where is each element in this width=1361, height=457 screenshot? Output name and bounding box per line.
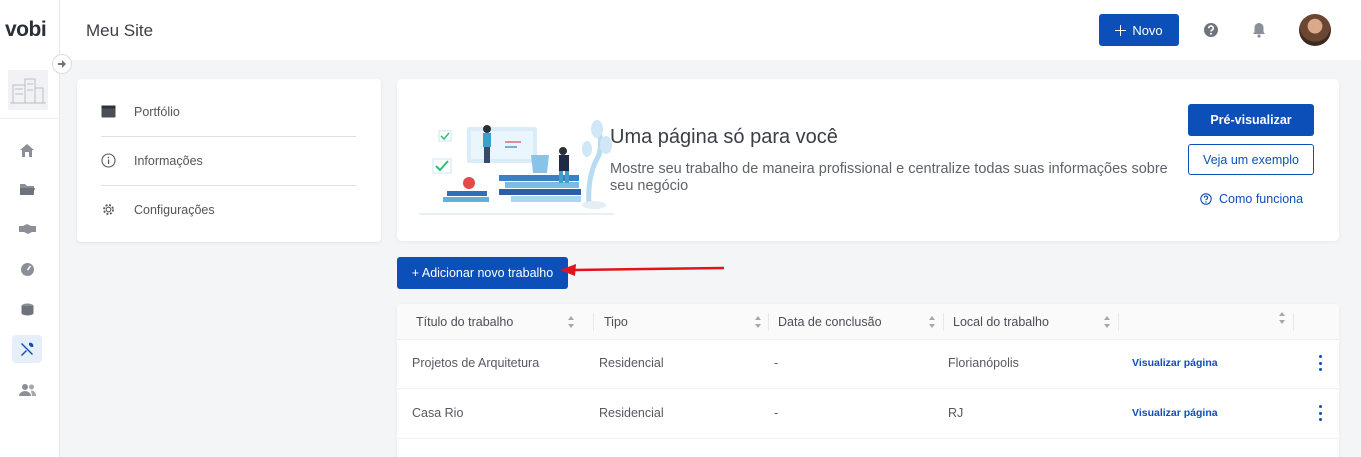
view-page-link[interactable]: Visualizar página: [1132, 388, 1218, 438]
row-menu-icon[interactable]: [1315, 404, 1325, 422]
column-divider: [1118, 313, 1119, 331]
folder-icon: [20, 184, 35, 195]
help-button[interactable]: [1203, 22, 1219, 43]
info-icon: [101, 153, 116, 168]
works-table: Título do trabalho Tipo Data de conclusã…: [397, 304, 1339, 457]
portfolio-icon: [101, 105, 116, 118]
home-icon: [20, 143, 34, 157]
column-divider: [943, 313, 944, 331]
table-row[interactable]: Casa Rio Residencial - RJ Visualizar pág…: [397, 388, 1339, 438]
table-header: Título do trabalho Tipo Data de conclusã…: [397, 304, 1339, 340]
app-logo[interactable]: vobi: [5, 18, 47, 42]
page-title: Meu Site: [86, 21, 154, 40]
new-button-label: Novo: [1132, 22, 1163, 38]
cell-title: Casa Rio: [412, 406, 464, 420]
see-example-button[interactable]: Veja um exemplo: [1188, 144, 1314, 175]
cell-type: Residencial: [599, 406, 664, 420]
company-thumbnail[interactable]: [8, 70, 48, 110]
tools-icon: [21, 342, 34, 356]
rail-item-team[interactable]: [12, 375, 42, 403]
column-header-title[interactable]: Título do trabalho: [416, 304, 513, 340]
view-page-link[interactable]: Visualizar página: [1132, 338, 1218, 388]
arrow-right-icon: [58, 60, 66, 68]
bell-icon: [1253, 23, 1265, 38]
plus-icon: [1115, 24, 1127, 36]
gauge-icon: [20, 262, 34, 276]
rail-item-projects[interactable]: [12, 175, 42, 203]
menu-item-label: Portfólio: [134, 104, 180, 119]
collapse-rail-button[interactable]: [52, 54, 72, 74]
column-divider: [593, 313, 594, 331]
cell-location: RJ: [948, 406, 964, 420]
side-rail: vobi: [0, 0, 60, 457]
column-header-location[interactable]: Local do trabalho: [953, 304, 1049, 340]
question-circle-icon: [1204, 23, 1218, 37]
column-header-date[interactable]: Data de conclusão: [778, 304, 882, 340]
portfolio-intro-card: Uma página só para você Mostre seu traba…: [397, 79, 1339, 241]
menu-item-label: Informações: [134, 153, 203, 168]
top-bar: Meu Site Novo: [60, 0, 1361, 60]
hero-description: Mostre seu trabalho de maneira profissio…: [610, 161, 1168, 194]
how-it-works-label: Como funciona: [1219, 192, 1304, 206]
notifications-button[interactable]: [1252, 22, 1266, 43]
question-circle-icon: [1200, 193, 1212, 205]
menu-item-settings[interactable]: Configurações: [101, 185, 356, 234]
rail-item-tools[interactable]: [12, 335, 42, 363]
cell-location: Florianópolis: [948, 356, 1019, 370]
cell-date: -: [774, 406, 779, 420]
cell-date: -: [774, 356, 779, 370]
annotation-arrow-icon: [560, 264, 725, 276]
add-new-work-button[interactable]: + Adicionar novo trabalho: [397, 257, 568, 289]
rail-item-finance[interactable]: [12, 295, 42, 323]
hero-title: Uma página só para você: [610, 126, 838, 148]
sort-icon[interactable]: [928, 315, 936, 329]
sort-icon[interactable]: [1103, 315, 1111, 329]
building-sketch-icon: [10, 78, 46, 104]
new-button[interactable]: Novo: [1099, 14, 1179, 46]
column-divider: [768, 313, 769, 331]
column-divider: [1293, 313, 1294, 331]
row-menu-icon[interactable]: [1315, 354, 1325, 372]
table-row[interactable]: Projetos de Arquitetura Residencial - Fl…: [397, 338, 1339, 388]
cell-type: Residencial: [599, 356, 664, 370]
sort-icon[interactable]: [1278, 311, 1286, 325]
rail-divider: [0, 118, 59, 119]
handshake-icon: [18, 224, 36, 234]
menu-item-info[interactable]: Informações: [101, 136, 356, 185]
avatar[interactable]: [1299, 14, 1331, 46]
coins-icon: [21, 303, 33, 315]
how-it-works-link[interactable]: Como funciona: [1200, 192, 1303, 206]
portfolio-illustration: [419, 120, 614, 215]
row-divider: [397, 438, 1339, 439]
cell-title: Projetos de Arquitetura: [412, 356, 540, 370]
site-settings-menu: Portfólio Informações Configurações: [77, 79, 381, 242]
users-icon: [18, 383, 36, 396]
sort-icon[interactable]: [567, 315, 575, 329]
rail-item-home[interactable]: [12, 136, 42, 164]
rail-item-dashboard[interactable]: [12, 255, 42, 283]
column-header-type[interactable]: Tipo: [604, 304, 628, 340]
menu-item-portfolio[interactable]: Portfólio: [101, 87, 356, 136]
rail-item-deals[interactable]: [12, 215, 42, 243]
gear-icon: [103, 204, 114, 215]
menu-item-label: Configurações: [134, 202, 215, 217]
sort-icon[interactable]: [754, 315, 762, 329]
preview-button[interactable]: Pré-visualizar: [1188, 104, 1314, 136]
